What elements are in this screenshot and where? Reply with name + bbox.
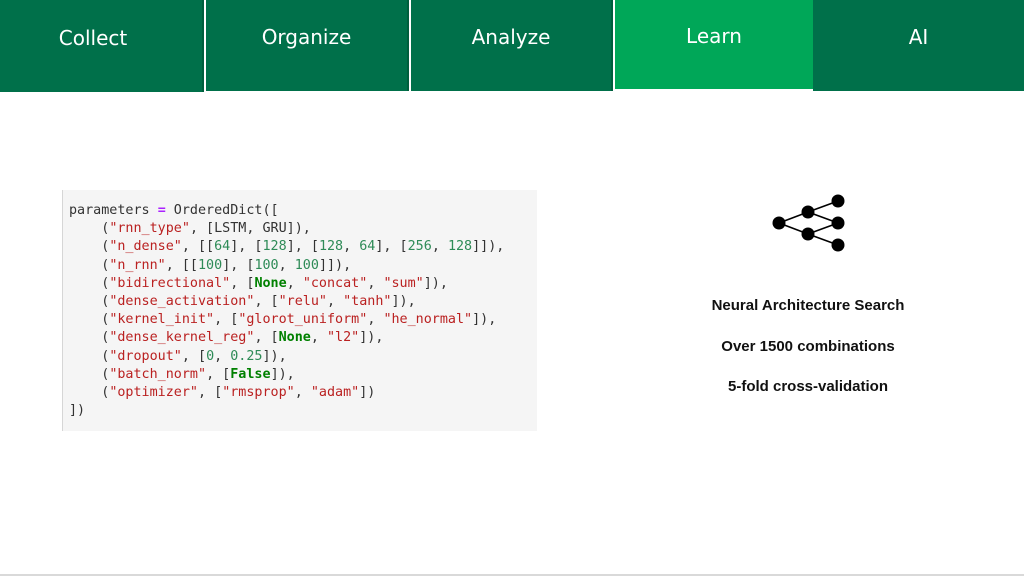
combinations-text: Over 1500 combinations	[721, 338, 895, 355]
code-line: ("dense_kernel_reg", [None, "l2"]),	[69, 330, 384, 346]
code-line: ("kernel_init", ["glorot_uniform", "he_n…	[69, 312, 497, 328]
code-line: ("n_rnn", [[100], [100, 100]]),	[69, 257, 352, 273]
tab-organize[interactable]: Organize	[206, 0, 409, 91]
code-line: ("n_dense", [[64], [128], [128, 64], [25…	[69, 239, 505, 255]
code-snippet-panel: parameters = OrderedDict([ ("rnn_type", …	[62, 190, 537, 431]
code-block: parameters = OrderedDict([ ("rnn_type", …	[63, 190, 537, 420]
tab-learn[interactable]: Learn	[615, 0, 813, 89]
top-tab-bar: Collect Organize Analyze Learn AI	[0, 0, 1024, 92]
neural-network-tree-icon	[772, 194, 845, 252]
code-line: parameters = OrderedDict([	[69, 203, 279, 218]
tab-collect[interactable]: Collect	[0, 0, 204, 92]
code-line: ])	[69, 403, 86, 419]
nas-title: Neural Architecture Search	[711, 297, 905, 314]
code-line: ("optimizer", ["rmsprop", "adam"])	[69, 385, 376, 401]
cross-validation-text: 5-fold cross-validation	[727, 378, 889, 395]
code-line: ("rnn_type", [LSTM, GRU]),	[69, 221, 311, 237]
code-line: ("dense_activation", ["relu", "tanh"]),	[69, 294, 416, 310]
code-line: ("dropout", [0, 0.25]),	[69, 348, 287, 364]
code-line: ("bidirectional", [None, "concat", "sum"…	[69, 275, 448, 291]
code-line: ("batch_norm", [False]),	[69, 366, 295, 382]
tab-analyze[interactable]: Analyze	[411, 0, 613, 91]
tab-ai[interactable]: AI	[813, 0, 1024, 91]
